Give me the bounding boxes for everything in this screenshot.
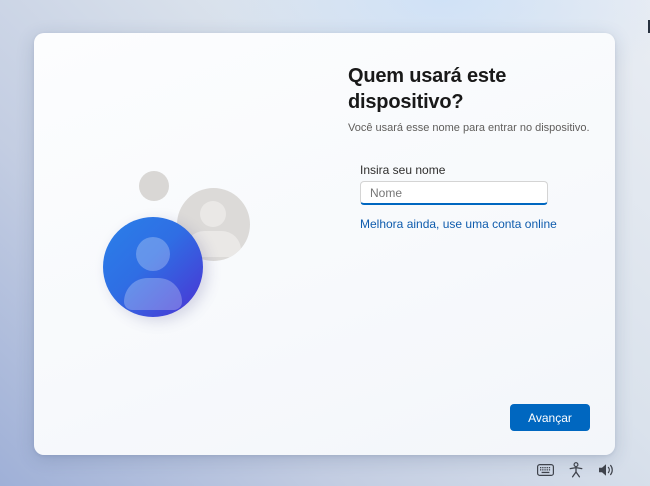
oobe-screen: { "oobe": { "title": "Quem usará este di…	[0, 0, 650, 486]
use-online-account-link[interactable]: Melhora ainda, use uma conta online	[360, 217, 557, 231]
volume-icon[interactable]	[598, 463, 614, 477]
page-subtitle: Você usará esse nome para entrar no disp…	[348, 121, 610, 135]
name-form: Insira seu nome Melhora ainda, use uma c…	[360, 163, 610, 233]
avatar-illustration	[34, 33, 294, 363]
accessibility-icon[interactable]	[569, 462, 583, 478]
avatar-blue-user-icon	[103, 217, 203, 317]
name-field-label: Insira seu nome	[360, 163, 610, 177]
keyboard-icon[interactable]	[537, 464, 554, 476]
avatar-head-shape	[136, 237, 170, 271]
avatar-body-shape	[124, 278, 182, 310]
setup-card: Quem usará este dispositivo? Você usará …	[34, 33, 615, 455]
avatar-small-circle	[139, 171, 169, 201]
system-tray	[537, 461, 614, 479]
page-title: Quem usará este dispositivo?	[348, 63, 610, 115]
avatar-head-shape	[200, 201, 226, 227]
name-input[interactable]	[360, 181, 548, 205]
next-button[interactable]: Avançar	[510, 404, 590, 431]
setup-content: Quem usará este dispositivo? Você usará …	[348, 63, 610, 233]
